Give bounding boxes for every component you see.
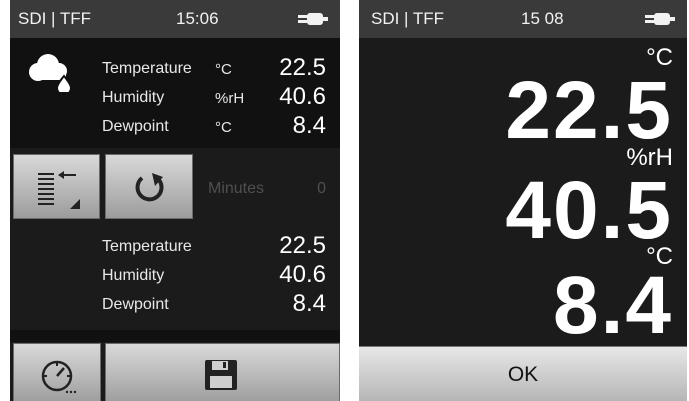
minutes-value: 0 [317, 180, 326, 197]
dewpoint-value: 8.4 [292, 112, 326, 139]
device-title: SDI | TFF [371, 9, 445, 28]
save-button[interactable] [105, 343, 340, 401]
divider [10, 330, 340, 342]
current-readings-panel: Temperature °C 22.5 Humidity %rH 40.6 De… [10, 38, 340, 148]
minutes-label: Minutes [208, 180, 265, 197]
clock: 15 08 [521, 9, 564, 28]
device-title: SDI | TFF [18, 9, 92, 28]
logged-humidity-value: 40.6 [279, 261, 326, 288]
timer-button[interactable] [13, 343, 101, 401]
clock: 15:06 [176, 9, 219, 28]
logged-temperature-value: 22.5 [279, 232, 326, 259]
log-list-icon [38, 171, 80, 209]
status-bar: SDI | TFF 15 08 [359, 0, 687, 38]
dewpoint-value: 8.4 [553, 260, 673, 351]
logged-dewpoint-value: 8.4 [292, 290, 326, 317]
logged-humidity-label: Humidity [102, 267, 165, 284]
logged-readings-panel: Temperature 22.5 Humidity 40.6 Dewpoint … [10, 222, 340, 330]
logged-temperature-label: Temperature [102, 238, 192, 255]
ok-button[interactable]: OK [359, 346, 687, 401]
weather-humidity-icon [29, 54, 73, 92]
refresh-icon [135, 173, 164, 202]
humidity-label: Humidity [102, 89, 165, 106]
temperature-value: 22.5 [505, 65, 673, 156]
dewpoint-unit: °C [215, 119, 232, 136]
temperature-value: 22.5 [279, 54, 326, 81]
plug-icon [298, 13, 328, 25]
right-device-screen: SDI | TFF 15 08 °C 22.5 %rH 40.5 °C 8.4 … [359, 0, 687, 401]
plug-icon [645, 13, 675, 25]
temperature-label: Temperature [102, 60, 192, 77]
refresh-button[interactable] [105, 154, 193, 219]
dewpoint-label: Dewpoint [102, 118, 169, 135]
temperature-unit: °C [215, 61, 232, 78]
log-list-button[interactable] [13, 154, 100, 219]
floppy-disk-icon [205, 360, 237, 390]
humidity-value: 40.6 [279, 83, 326, 110]
logged-dewpoint-label: Dewpoint [102, 296, 169, 313]
left-device-screen: SDI | TFF 15:06 Temperature °C 22.5 Humi… [10, 0, 340, 401]
humidity-value: 40.5 [505, 165, 673, 256]
clock-icon [41, 360, 77, 394]
status-bar: SDI | TFF 15:06 [10, 0, 340, 38]
humidity-unit: %rH [215, 90, 245, 107]
